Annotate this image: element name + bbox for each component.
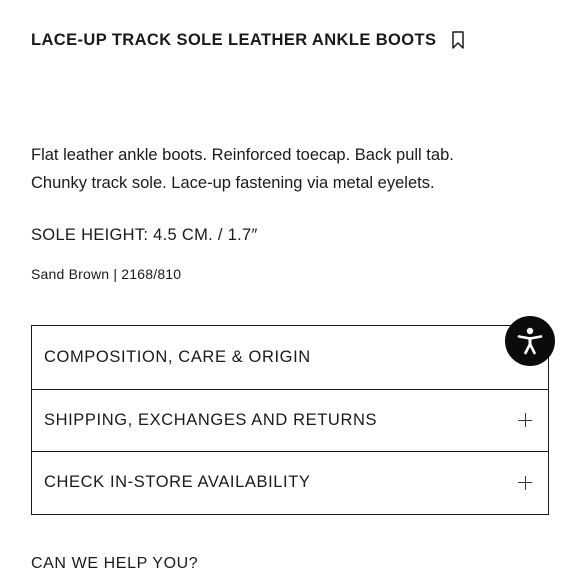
accessibility-button[interactable] xyxy=(505,316,555,366)
description-line: Flat leather ankle boots. Reinforced toe… xyxy=(31,146,454,164)
plus-icon[interactable] xyxy=(518,413,532,428)
product-header: LACE-UP TRACK SOLE LEATHER ANKLE BOOTS xyxy=(31,29,466,51)
accordion-check-in-store-availability[interactable]: CHECK IN-STORE AVAILABILITY xyxy=(32,451,548,514)
accordion-label: CHECK IN-STORE AVAILABILITY xyxy=(44,473,311,492)
product-info-accordion: COMPOSITION, CARE & ORIGIN SHIPPING, EXC… xyxy=(31,325,549,515)
product-title: LACE-UP TRACK SOLE LEATHER ANKLE BOOTS xyxy=(31,30,437,49)
help-link[interactable]: CAN WE HELP YOU? xyxy=(31,555,198,573)
accordion-label: SHIPPING, EXCHANGES AND RETURNS xyxy=(44,410,378,429)
product-description: Flat leather ankle boots. Reinforced toe… xyxy=(31,141,531,197)
plus-icon[interactable] xyxy=(518,475,532,490)
accessibility-icon xyxy=(517,327,543,355)
accordion-label: COMPOSITION, CARE & ORIGIN xyxy=(44,347,311,366)
accordion-composition-care-origin[interactable]: COMPOSITION, CARE & ORIGIN xyxy=(32,326,548,389)
bookmark-icon[interactable] xyxy=(450,29,466,51)
description-line: Chunky track sole. Lace-up fastening via… xyxy=(31,174,435,192)
sole-height: SOLE HEIGHT: 4.5 CM. / 1.7″ xyxy=(31,226,258,244)
color-reference: Sand Brown | 2168/810 xyxy=(31,266,182,282)
accordion-shipping-exchanges-returns[interactable]: SHIPPING, EXCHANGES AND RETURNS xyxy=(32,388,548,452)
